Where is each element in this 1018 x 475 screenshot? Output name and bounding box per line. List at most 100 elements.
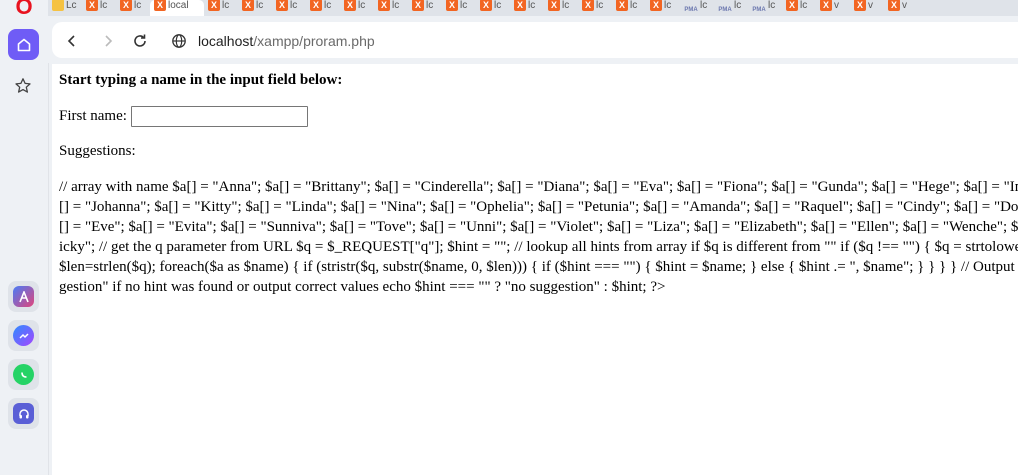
browser-tab[interactable]: Xlc	[116, 0, 150, 16]
xampp-icon: X	[650, 0, 662, 11]
address-panel: localhost/xampp/proram.php	[52, 22, 1018, 58]
tab-label: v	[868, 0, 873, 11]
browser-tab[interactable]: Xv	[850, 0, 884, 16]
browser-tab[interactable]: Xlc	[442, 0, 476, 16]
tab-label: lc	[734, 0, 742, 11]
browser-tab[interactable]: Xlc	[782, 0, 816, 16]
browser-tab[interactable]: Xlc	[544, 0, 578, 16]
sidebar-app-aria[interactable]	[8, 281, 39, 312]
browser-tab[interactable]: PMA lc	[748, 0, 782, 16]
aria-icon	[13, 286, 34, 307]
browser-sidebar: O	[0, 0, 49, 475]
tab-label: lc	[426, 0, 434, 11]
browser-tab[interactable]: Xlc	[476, 0, 510, 16]
tab-label: lc	[528, 0, 536, 11]
sidebar-app-music[interactable]	[8, 398, 39, 429]
address-bar[interactable]: localhost/xampp/proram.php	[198, 32, 375, 50]
site-info-button[interactable]	[169, 31, 189, 51]
browser-tab[interactable]: Xlc	[238, 0, 272, 16]
browser-tab[interactable]: Xlc	[578, 0, 612, 16]
xampp-icon: X	[120, 0, 132, 11]
browser-tab[interactable]: Xlc	[204, 0, 238, 16]
forward-button[interactable]	[98, 31, 118, 51]
tab-label: lc	[324, 0, 332, 11]
browser-tab[interactable]: Xv	[884, 0, 918, 16]
tab-label: lc	[392, 0, 400, 11]
tab-label: lc	[800, 0, 808, 11]
browser-tab[interactable]: Xlc	[82, 0, 116, 16]
folder-icon	[52, 0, 64, 11]
sidebar-app-whatsapp[interactable]	[8, 359, 39, 390]
chevron-right-icon	[105, 35, 113, 47]
suggestions-label: Suggestions:	[59, 143, 136, 159]
first-name-input[interactable]	[130, 106, 308, 127]
tab-label: lc	[256, 0, 264, 11]
tab-label: lc	[596, 0, 604, 11]
url-host: localhost	[198, 33, 254, 49]
phpmyadmin-icon: PMA	[752, 7, 766, 13]
xampp-icon: X	[616, 0, 628, 11]
url-path: /xampp/proram.php	[253, 33, 375, 49]
xampp-icon: X	[86, 0, 98, 11]
browser-tab[interactable]: Xlocal	[150, 0, 204, 16]
browser-tab[interactable]: PMA lc	[680, 0, 714, 16]
tab-label: v	[834, 0, 839, 11]
xampp-icon: X	[820, 0, 832, 11]
xampp-icon: X	[480, 0, 492, 11]
php-source-text: // array with name $a[] = "Anna"; $a[] =…	[59, 179, 1018, 295]
xampp-icon: X	[854, 0, 866, 11]
tab-label: lc	[460, 0, 468, 11]
tab-label: lc	[630, 0, 638, 11]
tab-label: lc	[290, 0, 298, 11]
xampp-icon: X	[582, 0, 594, 11]
xampp-icon: X	[888, 0, 900, 11]
page-heading: Start typing a name in the input field b…	[59, 72, 343, 88]
browser-tab[interactable]: Xlc	[510, 0, 544, 16]
home-button[interactable]	[8, 29, 39, 60]
star-icon	[15, 78, 31, 93]
xampp-icon: X	[446, 0, 458, 11]
whatsapp-icon	[13, 364, 34, 385]
reload-button[interactable]	[130, 31, 150, 51]
xampp-icon: X	[344, 0, 356, 11]
browser-tab[interactable]: Xlc	[306, 0, 340, 16]
tab-label: lc	[562, 0, 570, 11]
xampp-icon: X	[412, 0, 424, 11]
phpmyadmin-icon: PMA	[718, 7, 732, 13]
browser-tab[interactable]: Lc	[48, 0, 82, 16]
back-button[interactable]	[62, 31, 82, 51]
home-icon	[17, 38, 30, 51]
xampp-icon: X	[310, 0, 322, 11]
tab-label: lc	[700, 0, 708, 11]
bookmarks-button[interactable]	[12, 75, 34, 97]
xampp-icon: X	[208, 0, 220, 11]
xampp-icon: X	[514, 0, 526, 11]
tab-label: lc	[494, 0, 502, 11]
browser-tab[interactable]: Xlc	[646, 0, 680, 16]
browser-tab[interactable]: Xv	[816, 0, 850, 16]
browser-tab[interactable]: Xlc	[408, 0, 442, 16]
browser-tab[interactable]: Xlc	[272, 0, 306, 16]
chevron-left-icon	[67, 35, 75, 47]
first-name-row: First name:	[59, 106, 308, 127]
tab-label: v	[902, 0, 907, 11]
tab-label: lc	[768, 0, 776, 11]
xampp-icon: X	[378, 0, 390, 11]
xampp-icon: X	[242, 0, 254, 11]
tab-label: Lc	[66, 0, 77, 11]
browser-tab[interactable]: PMA lc	[714, 0, 748, 16]
globe-icon	[172, 34, 186, 48]
browser-tab[interactable]: Xlc	[374, 0, 408, 16]
browser-tab[interactable]: Xlc	[340, 0, 374, 16]
browser-tab[interactable]: Xlc	[612, 0, 646, 16]
opera-logo[interactable]: O	[13, 0, 35, 18]
tab-label: lc	[100, 0, 108, 11]
sidebar-app-messenger[interactable]	[8, 320, 39, 351]
tab-label: lc	[358, 0, 366, 11]
tab-strip: Lc Xlc Xlc Xlocal Xlc Xlc Xlc Xlc Xlc Xlc Xlc Xlc Xl…	[48, 0, 1018, 16]
reload-icon	[134, 34, 146, 47]
tab-label: local	[168, 0, 189, 11]
tab-label: lc	[134, 0, 142, 11]
first-name-label: First name:	[59, 108, 127, 124]
messenger-icon	[13, 325, 34, 346]
